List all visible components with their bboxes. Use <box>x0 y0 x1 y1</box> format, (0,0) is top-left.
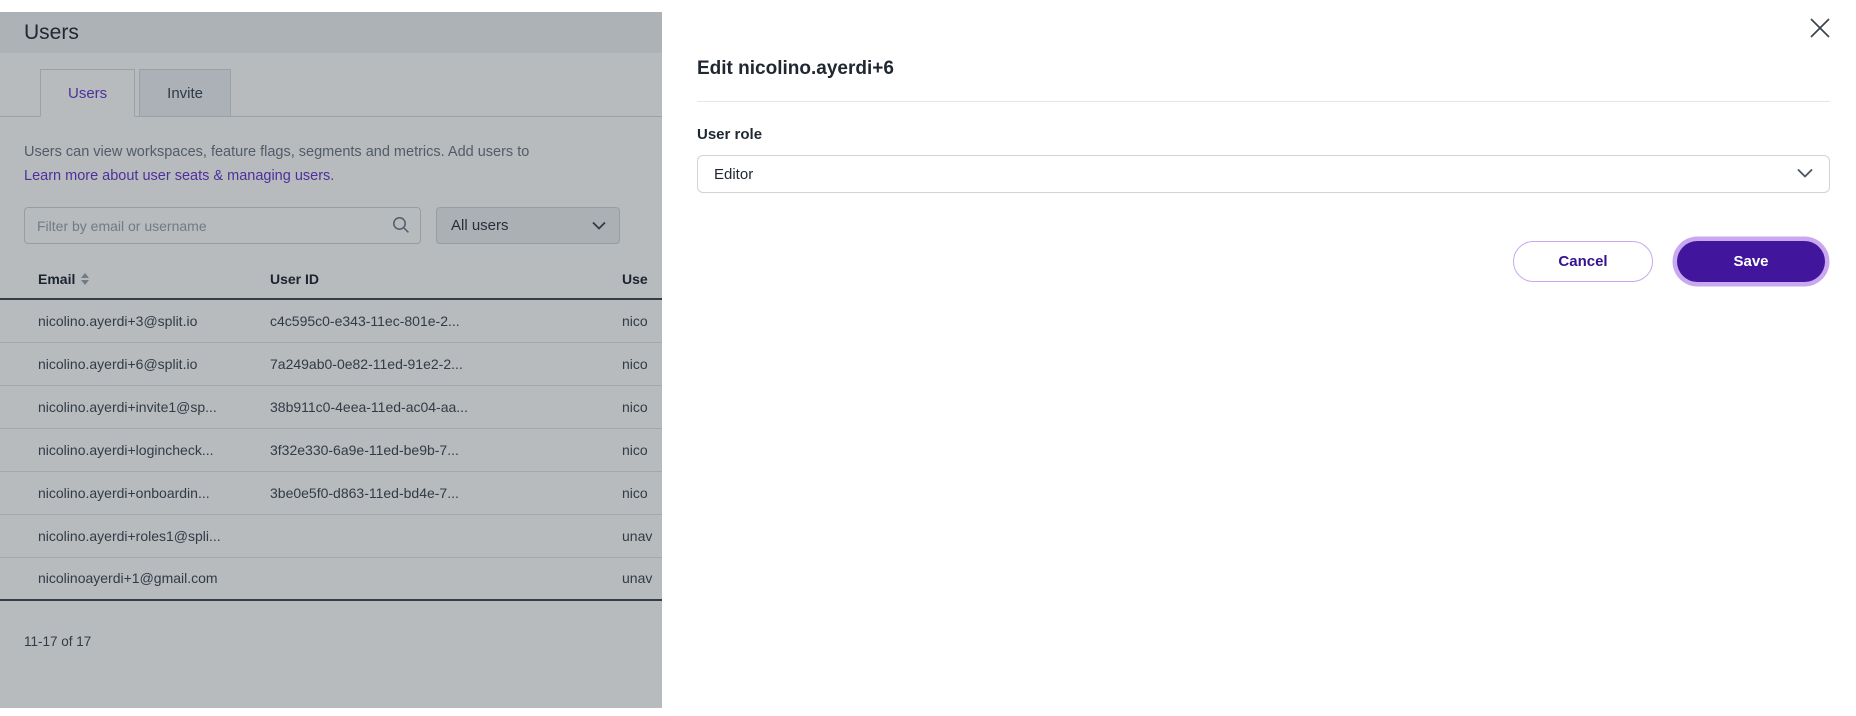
modal-backdrop[interactable] <box>0 12 662 708</box>
user-role-label: User role <box>697 126 1830 143</box>
modal-actions: Cancel Save <box>697 241 1830 282</box>
user-role-select[interactable]: Editor <box>697 155 1830 193</box>
user-role-value: Editor <box>714 166 753 183</box>
divider <box>697 101 1830 102</box>
close-icon[interactable] <box>1805 13 1835 43</box>
save-button[interactable]: Save <box>1677 241 1825 282</box>
cancel-button[interactable]: Cancel <box>1513 241 1653 282</box>
edit-user-modal: Edit nicolino.ayerdi+6 User role Editor … <box>662 0 1856 716</box>
modal-title: Edit nicolino.ayerdi+6 <box>697 58 1830 80</box>
chevron-down-icon <box>1797 165 1813 183</box>
